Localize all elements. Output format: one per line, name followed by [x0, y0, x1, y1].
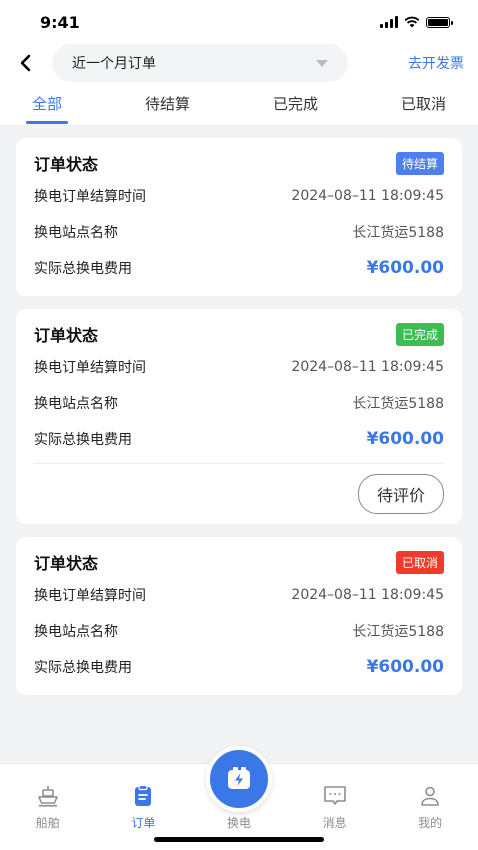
settle-time-row: 换电订单结算时间 2024–08–11 18:09:45 [34, 577, 444, 613]
fee-label: 实际总换电费用 [34, 261, 132, 277]
tab-completed[interactable]: 已完成 [273, 82, 318, 126]
period-select-value: 近一个月订单 [72, 56, 156, 72]
card-title: 订单状态 [34, 326, 99, 345]
settle-time-row: 换电订单结算时间 2024–08–11 18:09:45 [34, 178, 444, 214]
wifi-icon [404, 16, 420, 28]
fee-row: 实际总换电费用 ¥600.00 [34, 649, 444, 685]
tabbar-label: 我的 [418, 816, 443, 830]
fee-label: 实际总换电费用 [34, 660, 132, 676]
tabbar-label: 换电 [226, 816, 251, 830]
profile-icon [421, 786, 439, 806]
settle-time-label: 换电订单结算时间 [34, 360, 146, 376]
station-label: 换电站点名称 [34, 225, 118, 241]
tabbar-label: 船舶 [35, 816, 60, 830]
tab-all[interactable]: 全部 [25, 82, 69, 126]
status-badge: 待结算 [395, 151, 444, 175]
fee-row: 实际总换电费用 ¥600.00 [34, 250, 444, 286]
station-value: 长江货运5188 [352, 624, 444, 640]
station-row: 换电站点名称 长江货运5188 [34, 214, 444, 250]
message-icon [323, 786, 346, 805]
settle-time-label: 换电订单结算时间 [34, 588, 146, 604]
tabbar-item-profile[interactable]: 我的 [400, 784, 460, 831]
settle-time-label: 换电订单结算时间 [34, 189, 146, 205]
station-value: 长江货运5188 [352, 225, 444, 241]
card-header: 订单状态 已取消 [34, 547, 444, 577]
ship-icon [37, 786, 58, 807]
top-area: 9:41 近一个月订单 去开发票 全部 待结算 已完成 已取消 [0, 0, 478, 126]
chevron-left-icon [20, 54, 31, 72]
tabbar-item-orders[interactable]: 订单 [113, 784, 173, 831]
fee-amount: ¥600.00 [366, 657, 444, 677]
status-badge: 已取消 [395, 550, 444, 574]
settle-time-value: 2024–08–11 18:09:45 [291, 188, 444, 204]
status-time: 9:41 [40, 12, 80, 32]
card-title: 订单状态 [34, 155, 99, 174]
status-tabs: 全部 待结算 已完成 已取消 [0, 82, 478, 126]
signal-icon [380, 16, 398, 28]
order-icon [135, 784, 152, 806]
station-row: 换电站点名称 长江货运5188 [34, 613, 444, 649]
tabbar-label: 订单 [131, 816, 156, 830]
invoice-link[interactable]: 去开发票 [408, 53, 464, 73]
order-list: 订单状态 待结算 换电订单结算时间 2024–08–11 18:09:45 换电… [0, 126, 478, 695]
status-bar: 9:41 [0, 0, 478, 44]
review-button[interactable]: 待评价 [357, 474, 444, 514]
settle-time-row: 换电订单结算时间 2024–08–11 18:09:45 [34, 349, 444, 385]
station-label: 换电站点名称 [34, 624, 118, 640]
battery-swap-icon [228, 767, 250, 789]
order-card[interactable]: 订单状态 已取消 换电订单结算时间 2024–08–11 18:09:45 换电… [16, 537, 462, 695]
station-row: 换电站点名称 长江货运5188 [34, 385, 444, 421]
station-label: 换电站点名称 [34, 396, 118, 412]
period-select[interactable]: 近一个月订单 [52, 44, 348, 82]
status-icons [380, 16, 453, 28]
order-card[interactable]: 订单状态 待结算 换电订单结算时间 2024–08–11 18:09:45 换电… [16, 138, 462, 296]
header: 近一个月订单 去开发票 [0, 44, 478, 82]
tab-pending[interactable]: 待结算 [145, 82, 190, 126]
order-card[interactable]: 订单状态 已完成 换电订单结算时间 2024–08–11 18:09:45 换电… [16, 309, 462, 524]
settle-time-value: 2024–08–11 18:09:45 [291, 587, 444, 603]
fee-row: 实际总换电费用 ¥600.00 [34, 421, 444, 457]
home-indicator [154, 837, 324, 842]
card-actions: 待评价 [34, 464, 444, 524]
tab-cancelled[interactable]: 已取消 [401, 82, 446, 126]
station-value: 长江货运5188 [352, 396, 444, 412]
card-header: 订单状态 待结算 [34, 148, 444, 178]
card-header: 订单状态 已完成 [34, 319, 444, 349]
fee-amount: ¥600.00 [366, 258, 444, 278]
battery-icon [426, 16, 453, 28]
tabbar-item-messages[interactable]: 消息 [305, 784, 365, 831]
battery-swap-button[interactable] [206, 746, 272, 812]
bottom-tabbar: 船舶 订单 换电 消息 我的 [0, 746, 478, 850]
status-badge: 已完成 [395, 322, 444, 346]
card-title: 订单状态 [34, 554, 99, 573]
settle-time-value: 2024–08–11 18:09:45 [291, 359, 444, 375]
tabbar-item-ship[interactable]: 船舶 [18, 784, 78, 831]
fee-label: 实际总换电费用 [34, 432, 132, 448]
back-button[interactable] [10, 48, 40, 78]
caret-down-icon [316, 59, 328, 67]
tabbar-label: 消息 [322, 816, 347, 830]
fee-amount: ¥600.00 [366, 429, 444, 449]
